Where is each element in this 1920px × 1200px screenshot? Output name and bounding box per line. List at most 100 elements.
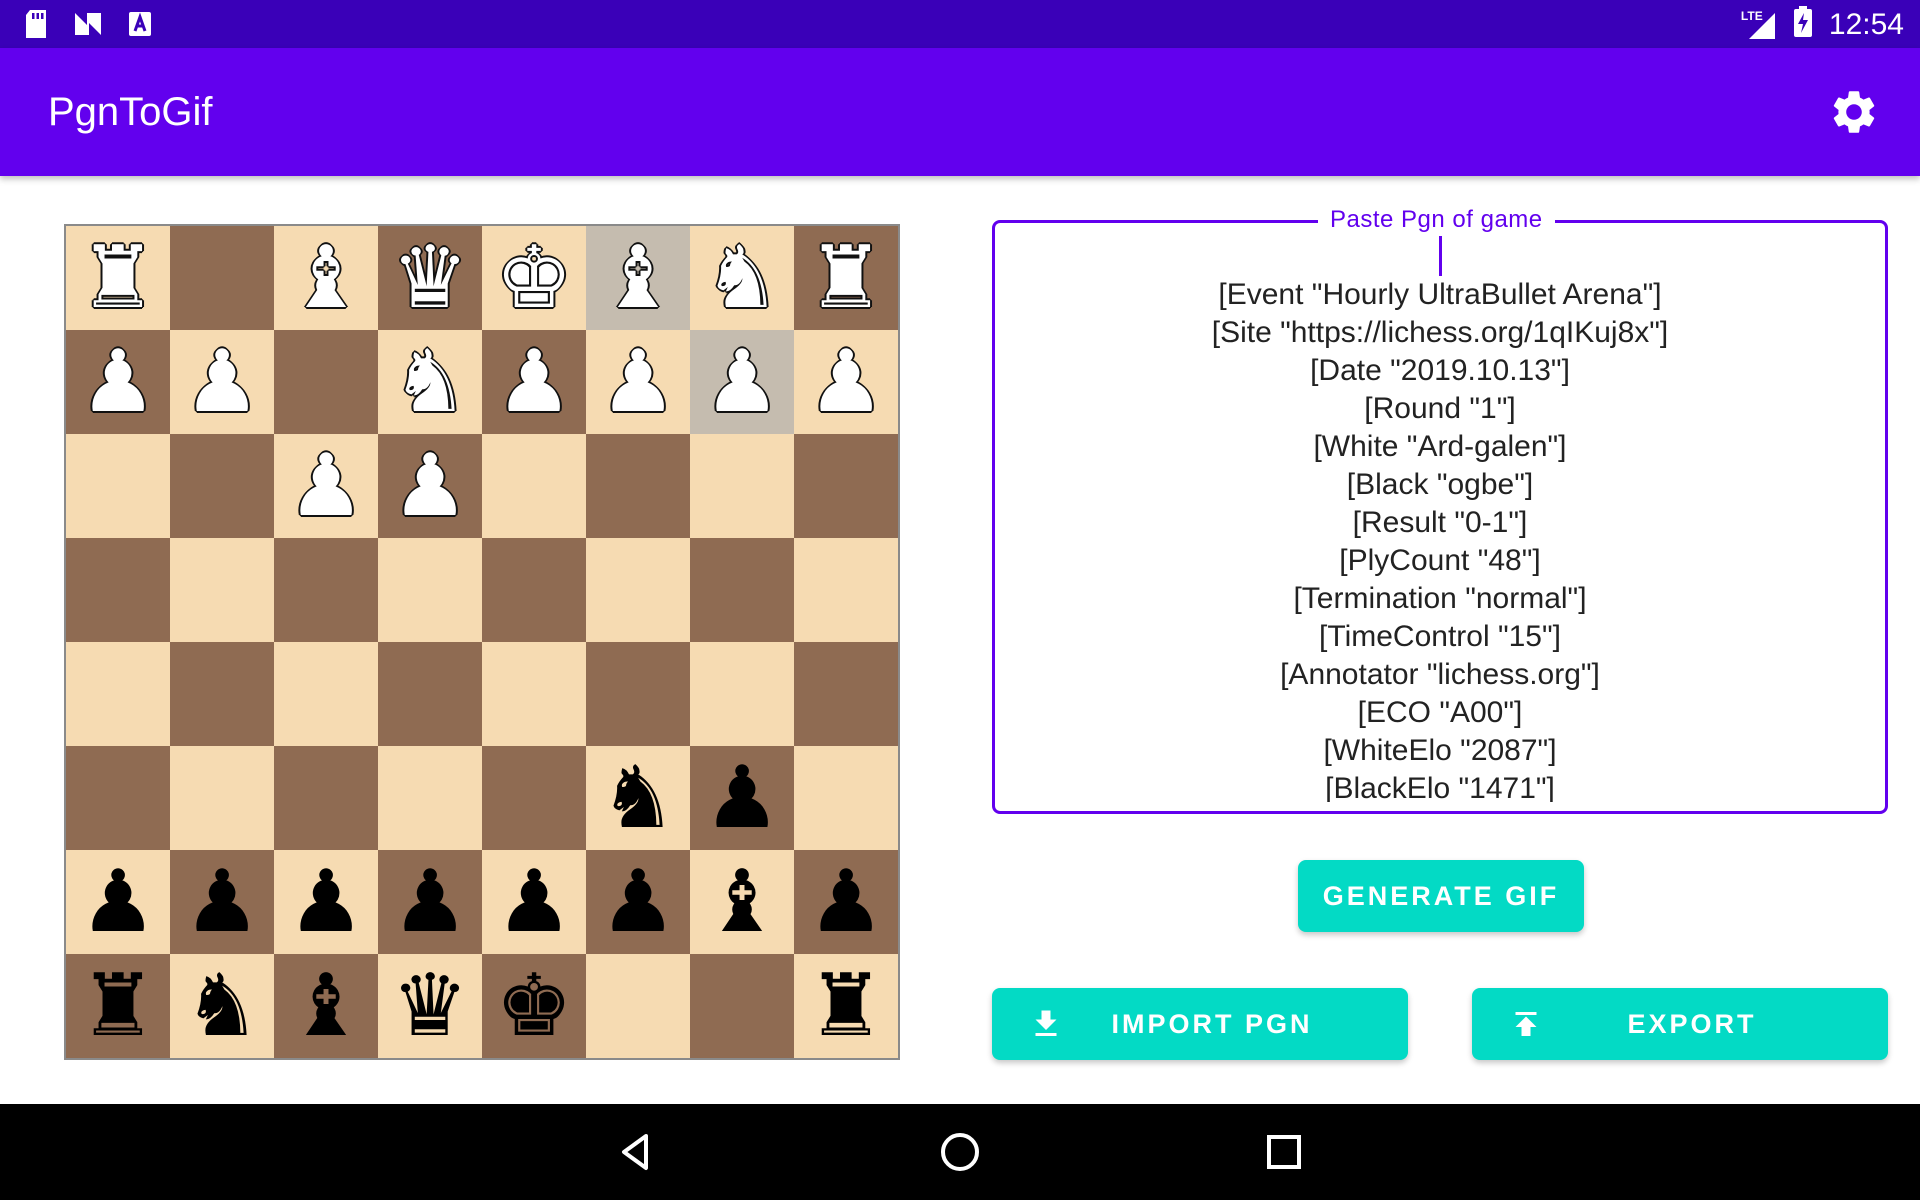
white-bishop-icon[interactable]: ♝ — [287, 235, 364, 321]
black-pawn-icon[interactable]: ♟ — [599, 859, 676, 945]
square-e5[interactable] — [482, 642, 586, 746]
square-f7[interactable]: ♟ — [586, 850, 690, 954]
square-a2[interactable]: ♟ — [66, 330, 170, 434]
square-e3[interactable] — [482, 434, 586, 538]
square-d3[interactable]: ♟ — [378, 434, 482, 538]
white-rook-icon[interactable]: ♜ — [807, 235, 884, 321]
square-f6[interactable]: ♞ — [586, 746, 690, 850]
square-b3[interactable] — [170, 434, 274, 538]
white-rook-icon[interactable]: ♜ — [79, 235, 156, 321]
square-d6[interactable] — [378, 746, 482, 850]
black-pawn-icon[interactable]: ♟ — [183, 859, 260, 945]
square-f8[interactable] — [586, 954, 690, 1058]
square-a7[interactable]: ♟ — [66, 850, 170, 954]
square-h4[interactable] — [794, 538, 898, 642]
square-c4[interactable] — [274, 538, 378, 642]
white-bishop-icon[interactable]: ♝ — [599, 235, 676, 321]
black-knight-icon[interactable]: ♞ — [599, 755, 676, 841]
square-e2[interactable]: ♟ — [482, 330, 586, 434]
square-g1[interactable]: ♞ — [690, 226, 794, 330]
square-a4[interactable] — [66, 538, 170, 642]
square-b6[interactable] — [170, 746, 274, 850]
export-button[interactable]: EXPORT — [1472, 988, 1888, 1060]
square-c7[interactable]: ♟ — [274, 850, 378, 954]
square-h1[interactable]: ♜ — [794, 226, 898, 330]
square-h7[interactable]: ♟ — [794, 850, 898, 954]
square-h3[interactable] — [794, 434, 898, 538]
square-f3[interactable] — [586, 434, 690, 538]
square-d4[interactable] — [378, 538, 482, 642]
square-a5[interactable] — [66, 642, 170, 746]
white-pawn-icon[interactable]: ♟ — [79, 339, 156, 425]
black-rook-icon[interactable]: ♜ — [79, 963, 156, 1049]
black-pawn-icon[interactable]: ♟ — [79, 859, 156, 945]
square-c2[interactable] — [274, 330, 378, 434]
white-king-icon[interactable]: ♚ — [495, 235, 572, 321]
square-g2[interactable]: ♟ — [690, 330, 794, 434]
black-rook-icon[interactable]: ♜ — [807, 963, 884, 1049]
white-pawn-icon[interactable]: ♟ — [703, 339, 780, 425]
square-g7[interactable]: ♝ — [690, 850, 794, 954]
recents-icon[interactable] — [1260, 1128, 1308, 1176]
black-bishop-icon[interactable]: ♝ — [287, 963, 364, 1049]
home-icon[interactable] — [936, 1128, 984, 1176]
black-pawn-icon[interactable]: ♟ — [807, 859, 884, 945]
square-g4[interactable] — [690, 538, 794, 642]
square-a3[interactable] — [66, 434, 170, 538]
square-d2[interactable]: ♞ — [378, 330, 482, 434]
black-bishop-icon[interactable]: ♝ — [703, 859, 780, 945]
black-pawn-icon[interactable]: ♟ — [287, 859, 364, 945]
white-queen-icon[interactable]: ♛ — [391, 235, 468, 321]
square-c5[interactable] — [274, 642, 378, 746]
white-pawn-icon[interactable]: ♟ — [599, 339, 676, 425]
black-king-icon[interactable]: ♚ — [495, 963, 572, 1049]
square-a8[interactable]: ♜ — [66, 954, 170, 1058]
square-e4[interactable] — [482, 538, 586, 642]
white-pawn-icon[interactable]: ♟ — [495, 339, 572, 425]
square-b4[interactable] — [170, 538, 274, 642]
square-c8[interactable]: ♝ — [274, 954, 378, 1058]
square-d5[interactable] — [378, 642, 482, 746]
white-pawn-icon[interactable]: ♟ — [287, 443, 364, 529]
square-g8[interactable] — [690, 954, 794, 1058]
square-d7[interactable]: ♟ — [378, 850, 482, 954]
square-e6[interactable] — [482, 746, 586, 850]
import-pgn-button[interactable]: IMPORT PGN — [992, 988, 1408, 1060]
square-b7[interactable]: ♟ — [170, 850, 274, 954]
white-knight-icon[interactable]: ♞ — [391, 339, 468, 425]
square-b2[interactable]: ♟ — [170, 330, 274, 434]
square-b1[interactable] — [170, 226, 274, 330]
white-knight-icon[interactable]: ♞ — [703, 235, 780, 321]
square-h8[interactable]: ♜ — [794, 954, 898, 1058]
black-knight-icon[interactable]: ♞ — [183, 963, 260, 1049]
square-e8[interactable]: ♚ — [482, 954, 586, 1058]
black-pawn-icon[interactable]: ♟ — [391, 859, 468, 945]
pgn-text[interactable]: [Event "Hourly UltraBullet Arena"] [Site … — [995, 276, 1885, 802]
square-d8[interactable]: ♛ — [378, 954, 482, 1058]
square-f1[interactable]: ♝ — [586, 226, 690, 330]
square-c1[interactable]: ♝ — [274, 226, 378, 330]
square-h2[interactable]: ♟ — [794, 330, 898, 434]
chess-board[interactable]: ♜ ♝ ♛ ♚ ♝ ♞ ♜ ♟ ♟ ♞ ♟ ♟ ♟ ♟ ♟ ♟ ♞ ♟ ♟ ♟ ♟ ♟ ♟ ♟ ♝ ♟ ♜ ♞ ♝ ♛ ♚ ♜ — [64, 224, 900, 1060]
square-f5[interactable] — [586, 642, 690, 746]
square-h5[interactable] — [794, 642, 898, 746]
black-pawn-icon[interactable]: ♟ — [495, 859, 572, 945]
white-pawn-icon[interactable]: ♟ — [807, 339, 884, 425]
back-icon[interactable] — [612, 1128, 660, 1176]
square-f2[interactable]: ♟ — [586, 330, 690, 434]
square-e7[interactable]: ♟ — [482, 850, 586, 954]
square-b8[interactable]: ♞ — [170, 954, 274, 1058]
white-pawn-icon[interactable]: ♟ — [391, 443, 468, 529]
square-e1[interactable]: ♚ — [482, 226, 586, 330]
square-a6[interactable] — [66, 746, 170, 850]
square-h6[interactable] — [794, 746, 898, 850]
black-pawn-icon[interactable]: ♟ — [703, 755, 780, 841]
square-d1[interactable]: ♛ — [378, 226, 482, 330]
square-c3[interactable]: ♟ — [274, 434, 378, 538]
black-queen-icon[interactable]: ♛ — [391, 963, 468, 1049]
square-c6[interactable] — [274, 746, 378, 850]
gear-icon[interactable] — [1828, 86, 1880, 138]
square-f4[interactable] — [586, 538, 690, 642]
generate-gif-button[interactable]: GENERATE GIF — [1298, 860, 1584, 932]
square-a1[interactable]: ♜ — [66, 226, 170, 330]
